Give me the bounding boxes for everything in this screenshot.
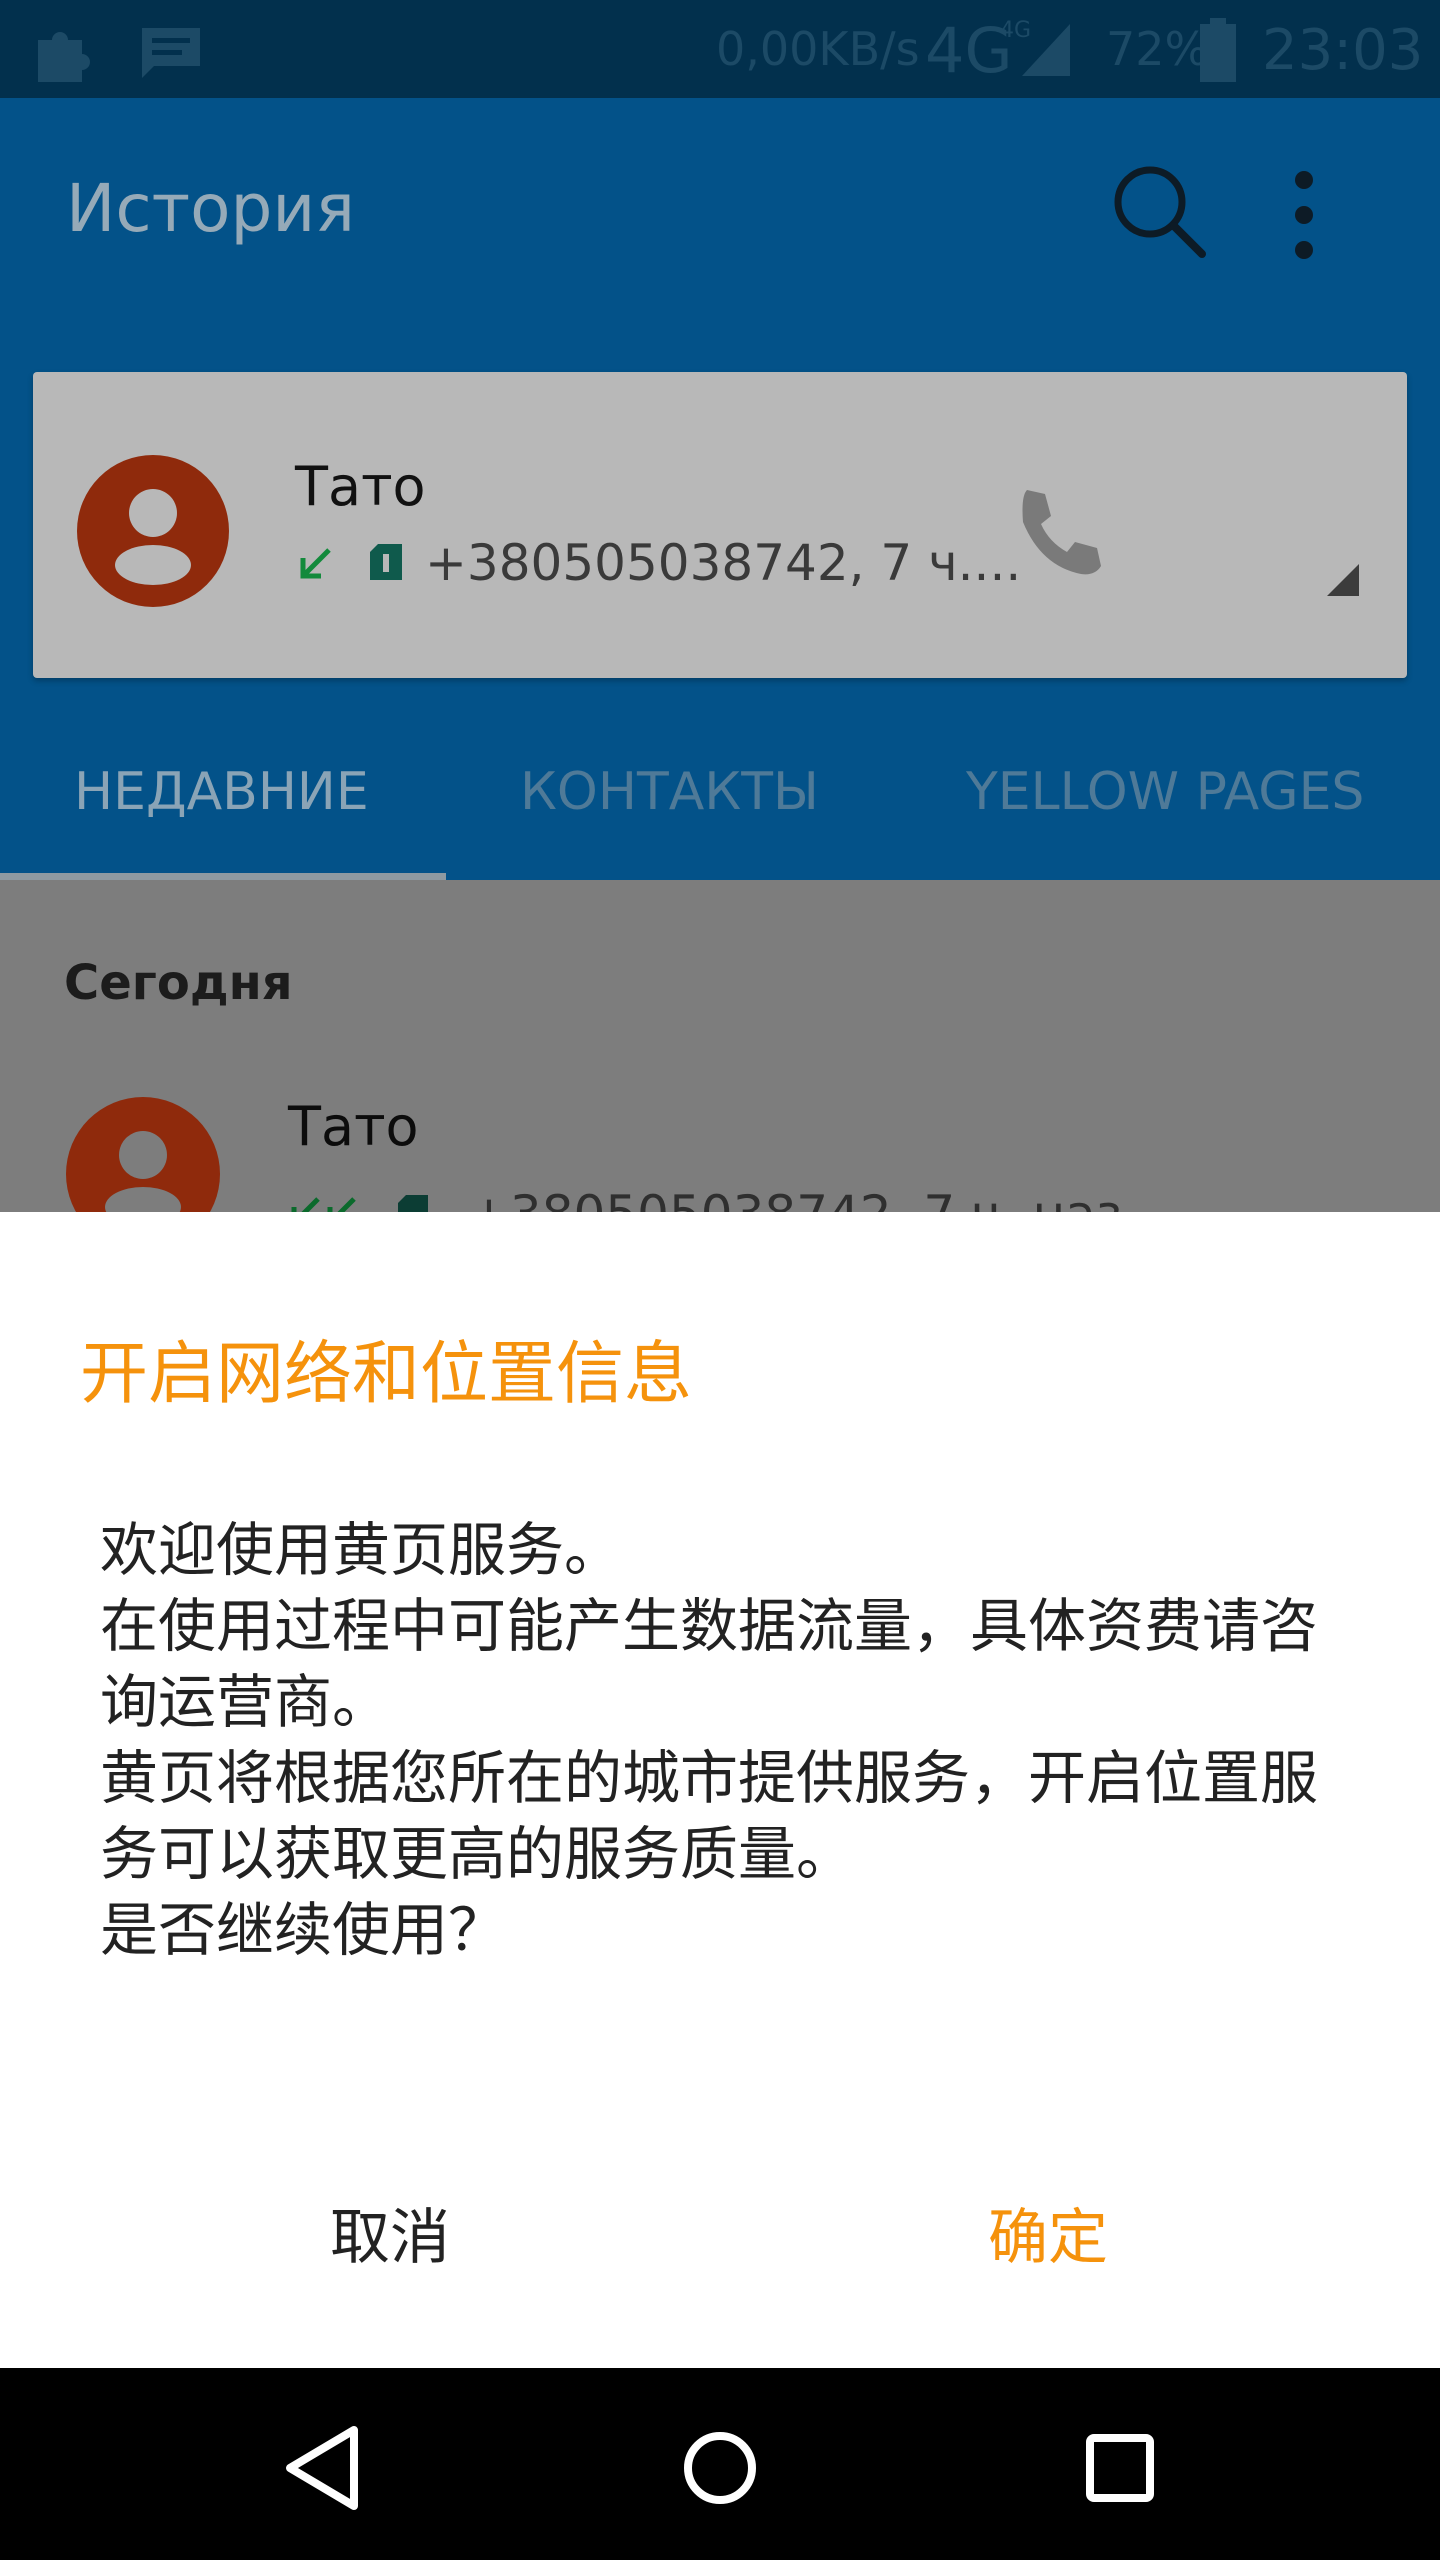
confirm-button[interactable]: 确定 (888, 2172, 1208, 2292)
call-history-list: Сегодня Тато +380505038742, 7 ч. наз (0, 880, 1440, 1251)
sim-1-icon (370, 544, 402, 580)
battery-percent: 72% (1106, 22, 1209, 76)
puzzle-icon (38, 32, 90, 82)
more-options-icon[interactable] (1264, 160, 1344, 270)
tab-recent[interactable]: НЕДАВНИЕ (74, 762, 369, 822)
network-speed: 0,00KB/s (716, 22, 920, 76)
location-permission-dialog: 开启网络和位置信息 欢迎使用黄页服务。 在使用过程中可能产生数据流量，具体资费请… (0, 1212, 1440, 2368)
back-icon[interactable] (262, 2408, 382, 2528)
clock: 23:03 (1262, 18, 1424, 83)
section-header: Сегодня (64, 955, 293, 1011)
signal-icon (1022, 24, 1070, 76)
message-icon (142, 28, 200, 78)
avatar (77, 455, 229, 607)
incoming-call-icon (300, 548, 331, 579)
status-bar: 0,00KB/s 4G 4G 72% 23:03 (0, 0, 1440, 98)
page-title: История (66, 170, 355, 247)
battery-icon (1200, 18, 1236, 82)
dialog-message: 欢迎使用黄页服务。 在使用过程中可能产生数据流量，具体资费请咨询运营商。 黄页将… (100, 1516, 1319, 1964)
search-icon[interactable] (1108, 160, 1208, 260)
home-icon[interactable] (660, 2408, 780, 2528)
recent-apps-icon[interactable] (1060, 2408, 1180, 2528)
contact-name: Тато (295, 455, 426, 518)
person-icon (115, 489, 191, 585)
tab-yellow-pages[interactable]: YELLOW PAGES (966, 762, 1364, 822)
tab-contacts[interactable]: КОНТАКТЫ (520, 762, 819, 822)
phone-icon[interactable] (1013, 484, 1105, 576)
recent-contact-card[interactable]: Тато +380505038742, 7 ч.... (33, 372, 1407, 678)
cancel-button[interactable]: 取消 (230, 2172, 550, 2292)
navigation-bar (0, 2368, 1440, 2560)
contact-detail: +380505038742, 7 ч.... (425, 534, 1022, 592)
list-item-name[interactable]: Тато (288, 1095, 419, 1158)
expand-corner-icon[interactable] (1323, 560, 1363, 600)
tab-indicator (0, 873, 446, 880)
dialog-title: 开启网络和位置信息 (80, 1335, 693, 1414)
